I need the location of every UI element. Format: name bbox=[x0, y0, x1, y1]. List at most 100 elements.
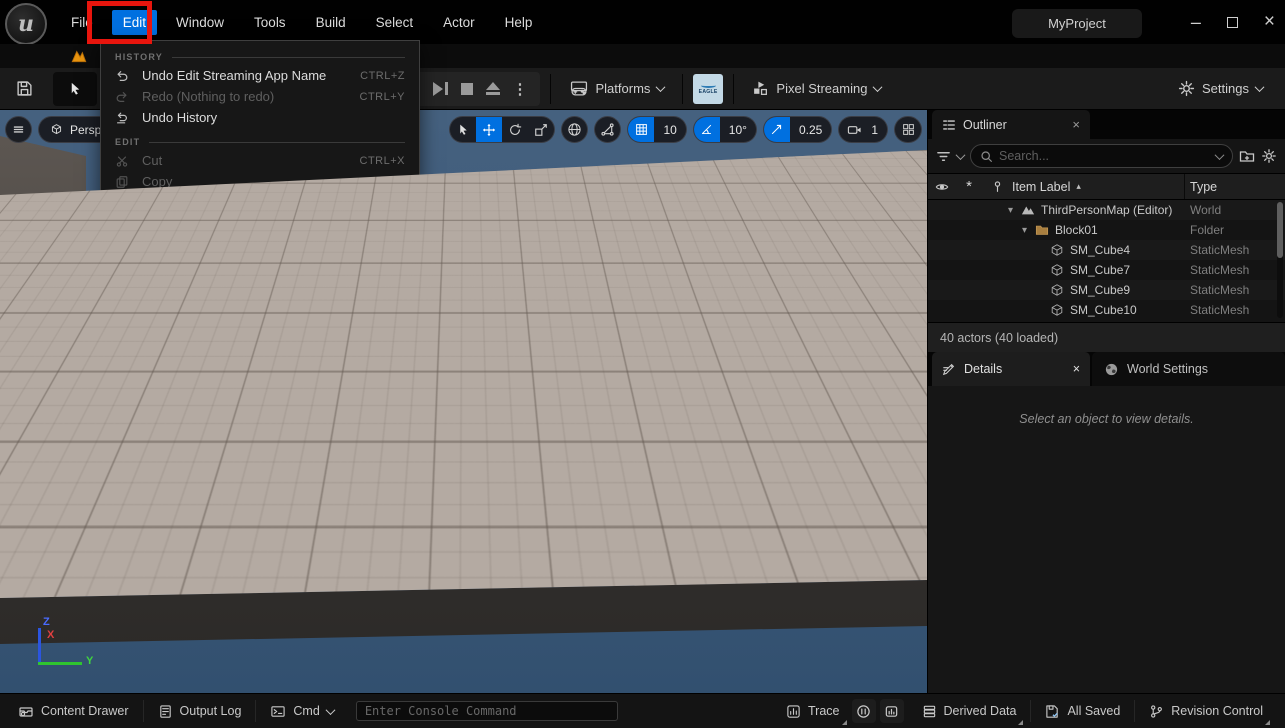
menu-item-cut[interactable]: Cut CTRL+X bbox=[101, 150, 419, 171]
camera-speed-control[interactable]: 1 bbox=[838, 116, 888, 143]
scale-tool-button[interactable] bbox=[528, 117, 554, 142]
all-saved-button[interactable]: All Saved bbox=[1035, 694, 1130, 728]
frame-skip-button[interactable] bbox=[433, 82, 448, 96]
menu-item-shortcut: CTRL+D bbox=[359, 218, 405, 230]
cmd-dropdown[interactable]: Cmd bbox=[260, 694, 343, 728]
insights-stats-button[interactable] bbox=[880, 699, 904, 723]
tab-world-settings[interactable]: World Settings bbox=[1092, 352, 1285, 386]
menu-select[interactable]: Select bbox=[365, 10, 425, 35]
viewport-options-button[interactable] bbox=[5, 116, 32, 143]
stop-button[interactable] bbox=[461, 83, 473, 95]
move-tool-button[interactable] bbox=[476, 117, 502, 142]
undo-history-icon bbox=[115, 111, 142, 125]
platforms-button[interactable]: Platforms bbox=[561, 74, 673, 103]
scale-snap-icon bbox=[764, 117, 790, 142]
tab-details[interactable]: Details × bbox=[932, 352, 1090, 386]
delete-icon bbox=[115, 238, 142, 252]
derived-data-button[interactable]: Derived Data bbox=[912, 694, 1027, 728]
eject-icon bbox=[486, 82, 500, 90]
minimize-button[interactable]: – bbox=[1191, 17, 1201, 27]
outliner-settings-gear-icon[interactable] bbox=[1261, 148, 1277, 164]
row-label: SM_Cube10 bbox=[1070, 303, 1137, 317]
menu-item-undo[interactable]: Undo Edit Streaming App Name CTRL+Z bbox=[101, 65, 419, 86]
column-divider[interactable] bbox=[1184, 174, 1185, 199]
outliner-row-list: ▾ ThirdPersonMap (Editor) World ▾ Block0… bbox=[928, 200, 1285, 322]
quad-view-button[interactable] bbox=[894, 116, 922, 143]
filter-icon[interactable] bbox=[936, 149, 951, 164]
expander-icon[interactable]: ▾ bbox=[1008, 205, 1021, 216]
maximize-button[interactable] bbox=[1227, 17, 1238, 28]
rotate-tool-button[interactable] bbox=[502, 117, 528, 142]
menu-help[interactable]: Help bbox=[494, 10, 544, 35]
type-column-header[interactable]: Type bbox=[1190, 180, 1217, 194]
menu-item-duplicate[interactable]: Duplicate CTRL+D bbox=[101, 213, 419, 234]
outliner-row-folder[interactable]: ▾ Block01 Folder bbox=[928, 220, 1285, 240]
scrollbar-thumb[interactable] bbox=[1277, 202, 1283, 258]
trace-button[interactable]: Trace bbox=[776, 694, 850, 728]
expander-icon[interactable]: ▾ bbox=[1022, 225, 1035, 236]
sort-ascending-icon: ▴ bbox=[1076, 181, 1081, 192]
menu-tools[interactable]: Tools bbox=[243, 10, 297, 35]
outliner-row-staticmesh[interactable]: SM_Cube9 StaticMesh bbox=[928, 280, 1285, 300]
level-tab-icon bbox=[70, 47, 88, 65]
select-mode-button[interactable] bbox=[53, 72, 97, 106]
staticmesh-icon bbox=[1050, 303, 1064, 317]
menu-item-redo[interactable]: Redo (Nothing to redo) CTRL+Y bbox=[101, 86, 419, 107]
eagle-plugin-button[interactable]: EAGLE bbox=[693, 74, 723, 104]
play-options-button[interactable]: ⋮ bbox=[513, 80, 528, 98]
visibility-column-header[interactable] bbox=[928, 180, 956, 194]
menu-item-copy[interactable]: Copy CTRL+C bbox=[101, 171, 419, 192]
outliner-search[interactable] bbox=[970, 144, 1233, 168]
outliner-row-staticmesh[interactable]: SM_Cube7 StaticMesh bbox=[928, 260, 1285, 280]
menu-item-label: Cut bbox=[142, 153, 162, 168]
grid-snap-control[interactable]: 10 bbox=[627, 116, 686, 143]
output-log-button[interactable]: Output Log bbox=[148, 694, 252, 728]
blue-cube-actor[interactable] bbox=[656, 370, 698, 416]
close-icon[interactable]: × bbox=[1073, 362, 1080, 376]
pixel-streaming-button[interactable]: Pixel Streaming bbox=[744, 74, 889, 103]
actor-billboard-icon[interactable] bbox=[326, 396, 341, 407]
menu-build[interactable]: Build bbox=[305, 10, 357, 35]
close-icon[interactable]: × bbox=[1072, 117, 1080, 132]
outliner-row-staticmesh[interactable]: SM_Cube10 StaticMesh bbox=[928, 300, 1285, 320]
world-space-button[interactable] bbox=[561, 116, 588, 143]
chevron-down-icon[interactable] bbox=[956, 150, 966, 160]
select-tool-button[interactable] bbox=[450, 117, 476, 142]
new-folder-icon[interactable] bbox=[1239, 148, 1255, 164]
all-saved-label: All Saved bbox=[1067, 704, 1120, 718]
console-command-input[interactable] bbox=[365, 704, 609, 718]
eject-button[interactable] bbox=[486, 82, 500, 95]
tab-outliner[interactable]: Outliner × bbox=[932, 110, 1090, 139]
insights-session-button[interactable] bbox=[852, 699, 876, 723]
menu-item-delete[interactable]: Delete DELETE bbox=[101, 234, 419, 255]
actor-billboard-icon[interactable] bbox=[232, 562, 247, 573]
search-input[interactable] bbox=[999, 149, 1210, 163]
outliner-row-world[interactable]: ▾ ThirdPersonMap (Editor) World bbox=[928, 200, 1285, 220]
revision-control-label: Revision Control bbox=[1171, 704, 1263, 718]
pixel-streaming-label: Pixel Streaming bbox=[776, 81, 867, 96]
menu-actor[interactable]: Actor bbox=[432, 10, 486, 35]
save-button[interactable] bbox=[8, 74, 41, 103]
outliner-icon bbox=[942, 118, 956, 132]
content-drawer-button[interactable]: Content Drawer bbox=[8, 694, 139, 728]
pin-column-header[interactable] bbox=[982, 180, 1012, 193]
menu-item-undo-history[interactable]: Undo History bbox=[101, 107, 419, 128]
revision-control-button[interactable]: Revision Control bbox=[1139, 694, 1273, 728]
settings-button[interactable]: Settings bbox=[1178, 80, 1277, 97]
menu-item-paste[interactable]: Paste CTRL+V bbox=[101, 192, 419, 213]
rotation-snap-control[interactable]: 10° bbox=[693, 116, 757, 143]
chevron-down-icon[interactable] bbox=[1215, 150, 1225, 160]
blue-cube-actor[interactable] bbox=[599, 434, 653, 492]
scale-snap-control[interactable]: 0.25 bbox=[763, 116, 832, 143]
outliner-scrollbar[interactable] bbox=[1277, 202, 1283, 318]
console-command-field[interactable] bbox=[356, 701, 618, 721]
platforms-icon bbox=[569, 80, 589, 97]
pixel-streaming-icon bbox=[752, 80, 769, 97]
unsaved-column-header[interactable]: * bbox=[956, 178, 982, 195]
item-label-column-header[interactable]: Item Label bbox=[1012, 180, 1070, 194]
outliner-row-staticmesh[interactable]: SM_Cube4 StaticMesh bbox=[928, 240, 1285, 260]
chevron-down-icon bbox=[1255, 82, 1265, 92]
snap-actor-button[interactable] bbox=[594, 116, 621, 143]
close-button[interactable]: × bbox=[1264, 11, 1275, 33]
menu-window[interactable]: Window bbox=[165, 10, 235, 35]
